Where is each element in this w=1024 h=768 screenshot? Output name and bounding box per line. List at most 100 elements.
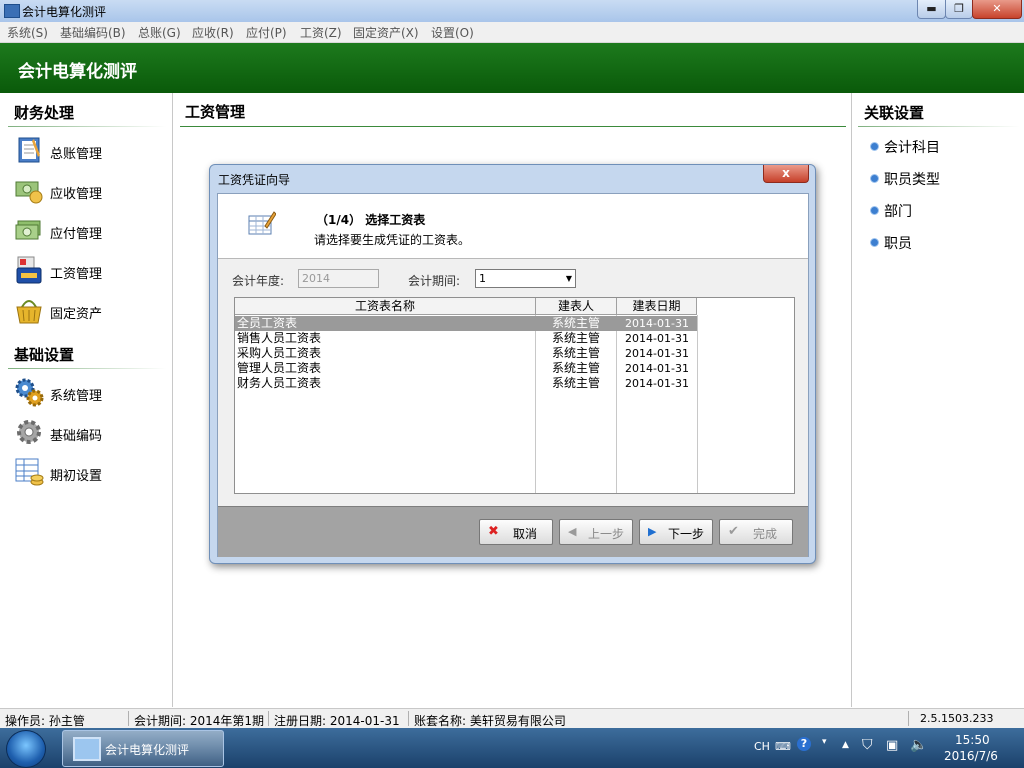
wizard-header: （1/4） 选择工资表 请选择要生成凭证的工资表。 xyxy=(218,194,808,259)
link-employees[interactable]: 职员 xyxy=(870,233,1010,253)
nav-payable[interactable]: 应付管理 xyxy=(14,215,164,247)
column-header-date[interactable]: 建表日期 xyxy=(617,298,697,315)
maximize-button[interactable]: ❐ xyxy=(945,0,973,19)
nav-ledger[interactable]: 总账管理 xyxy=(14,135,164,167)
minimize-button[interactable]: ▬ xyxy=(917,0,946,19)
link-account-subjects-label: 会计科目 xyxy=(884,140,940,156)
row-name: 财务人员工资表 xyxy=(237,376,322,390)
fiscal-year-input: 2014 xyxy=(298,269,379,288)
nav-system-management-label: 系统管理 xyxy=(50,389,103,404)
column-divider xyxy=(697,315,698,493)
nav-ledger-label: 总账管理 xyxy=(50,147,103,162)
row-name: 管理人员工资表 xyxy=(237,361,322,375)
table-row[interactable]: 管理人员工资表 系统主管 2014-01-31 xyxy=(235,361,697,376)
keyboard-icon[interactable]: ⌨ xyxy=(775,740,791,753)
menu-bar: 系统(S) 基础编码(B) 总账(G) 应收(R) 应付(P) 工资(Z) 固定… xyxy=(0,22,1024,43)
column-header-creator[interactable]: 建表人 xyxy=(536,298,617,315)
money-pay-icon xyxy=(15,220,41,240)
shopping-basket-icon xyxy=(16,300,42,324)
link-account-subjects[interactable]: 会计科目 xyxy=(870,137,1010,157)
finance-section-title: 财务处理 xyxy=(14,104,75,122)
window-title: 会计电算化测评 xyxy=(22,5,107,19)
bullet-icon xyxy=(870,238,879,247)
status-account-set: 账套名称: 美轩贸易有限公司 xyxy=(414,714,566,728)
menu-receivable[interactable]: 应收(R) xyxy=(192,24,234,41)
menu-salary[interactable]: 工资(Z) xyxy=(300,24,342,41)
spreadsheet-coins-icon xyxy=(15,458,44,486)
previous-step-button[interactable]: ◀ 上一步 xyxy=(559,519,633,545)
row-name: 销售人员工资表 xyxy=(237,331,322,345)
dropdown-arrow-icon[interactable]: ▼ xyxy=(566,270,572,287)
dialog-title: 工资凭证向导 xyxy=(218,173,291,187)
right-panel: 关联设置 会计科目 职员类型 部门 职员 xyxy=(851,93,1024,707)
salary-table-list[interactable]: 工资表名称 建表人 建表日期 全员工资表 系统主管 2014-01-31 销售人… xyxy=(234,297,795,494)
next-step-button[interactable]: ▶ 下一步 xyxy=(639,519,713,545)
clock-date[interactable]: 2016/7/6 xyxy=(944,749,998,763)
menu-ledger[interactable]: 总账(G) xyxy=(138,24,181,41)
wizard-step-title: （1/4） 选择工资表 xyxy=(316,213,426,227)
nav-fixed-assets[interactable]: 固定资产 xyxy=(14,295,164,327)
nav-receivable-label: 应收管理 xyxy=(50,187,103,202)
fiscal-period-select[interactable]: 1 ▼ xyxy=(475,269,576,288)
section-divider xyxy=(8,368,166,369)
status-separator xyxy=(908,711,909,726)
ledger-book-icon xyxy=(18,137,40,163)
header-title: 会计电算化测评 xyxy=(18,62,137,82)
bullet-icon xyxy=(870,206,879,215)
finish-button[interactable]: ✔ 完成 xyxy=(719,519,793,545)
salary-voucher-wizard-dialog[interactable]: 工资凭证向导 x （1/4） 选择工资表 请选择要生成凭证的工资表。 会计年度:… xyxy=(209,164,816,564)
show-hidden-icons-icon[interactable]: ▲ xyxy=(842,740,849,750)
nav-receivable[interactable]: 应收管理 xyxy=(14,175,164,207)
help-icon[interactable]: ? xyxy=(797,737,811,751)
money-receive-icon xyxy=(15,181,43,204)
shield-icon[interactable]: ⛉ xyxy=(862,737,873,753)
dialog-close-button[interactable]: x xyxy=(763,165,809,183)
dialog-body: （1/4） 选择工资表 请选择要生成凭证的工资表。 会计年度: 2014 会计期… xyxy=(217,193,809,557)
nav-payable-label: 应付管理 xyxy=(50,227,103,242)
device-icon[interactable]: ▣ xyxy=(886,738,898,753)
main-title-divider xyxy=(180,126,846,127)
nav-initial-settings[interactable]: 期初设置 xyxy=(14,457,164,489)
table-row[interactable]: 销售人员工资表 系统主管 2014-01-31 xyxy=(235,331,697,346)
table-row[interactable]: 财务人员工资表 系统主管 2014-01-31 xyxy=(235,376,697,391)
related-settings-title: 关联设置 xyxy=(864,104,925,122)
row-creator: 系统主管 xyxy=(551,361,600,375)
row-date: 2014-01-31 xyxy=(625,347,689,360)
monitor-icon xyxy=(73,737,101,761)
table-row[interactable]: 全员工资表 系统主管 2014-01-31 xyxy=(235,316,697,331)
cancel-button[interactable]: ✖ 取消 xyxy=(479,519,553,545)
bullet-icon xyxy=(870,174,879,183)
column-header-name[interactable]: 工资表名称 xyxy=(235,298,536,315)
arrow-right-icon: ▶ xyxy=(648,525,657,538)
menu-basic-codes[interactable]: 基础编码(B) xyxy=(60,24,126,41)
fiscal-period-value: 1 xyxy=(479,272,486,285)
nav-basic-codes[interactable]: 基础编码 xyxy=(14,417,164,449)
row-creator: 系统主管 xyxy=(551,316,600,330)
tray-options-icon[interactable]: ▾ xyxy=(822,737,827,747)
volume-icon[interactable]: 🔈 xyxy=(910,737,927,753)
row-date: 2014-01-31 xyxy=(625,332,689,345)
start-button-icon[interactable] xyxy=(6,730,46,768)
link-employee-types[interactable]: 职员类型 xyxy=(870,169,1010,189)
nav-system-management[interactable]: 系统管理 xyxy=(14,377,164,409)
menu-payable[interactable]: 应付(P) xyxy=(246,24,287,41)
menu-fixed-assets[interactable]: 固定资产(X) xyxy=(353,24,419,41)
taskbar-app-button[interactable]: 会计电算化测评 xyxy=(62,730,224,767)
link-departments[interactable]: 部门 xyxy=(870,201,1010,221)
nav-salary-label: 工资管理 xyxy=(50,267,103,282)
menu-system[interactable]: 系统(S) xyxy=(7,24,48,41)
row-date: 2014-01-31 xyxy=(625,377,689,390)
row-creator: 系统主管 xyxy=(551,331,600,345)
section-divider xyxy=(858,126,1020,127)
arrow-left-icon: ◀ xyxy=(568,525,577,538)
window-titlebar[interactable]: 会计电算化测评 ▬ ❐ ✕ xyxy=(0,0,1024,23)
input-language-indicator[interactable]: CH xyxy=(754,740,770,753)
close-button[interactable]: ✕ xyxy=(972,0,1022,19)
menu-settings[interactable]: 设置(O) xyxy=(431,24,474,41)
table-row[interactable]: 采购人员工资表 系统主管 2014-01-31 xyxy=(235,346,697,361)
nav-salary[interactable]: 工资管理 xyxy=(14,255,164,287)
nav-basic-codes-label: 基础编码 xyxy=(50,429,103,444)
row-date: 2014-01-31 xyxy=(625,362,689,375)
row-date: 2014-01-31 xyxy=(625,317,689,330)
clock-time[interactable]: 15:50 xyxy=(955,733,990,747)
